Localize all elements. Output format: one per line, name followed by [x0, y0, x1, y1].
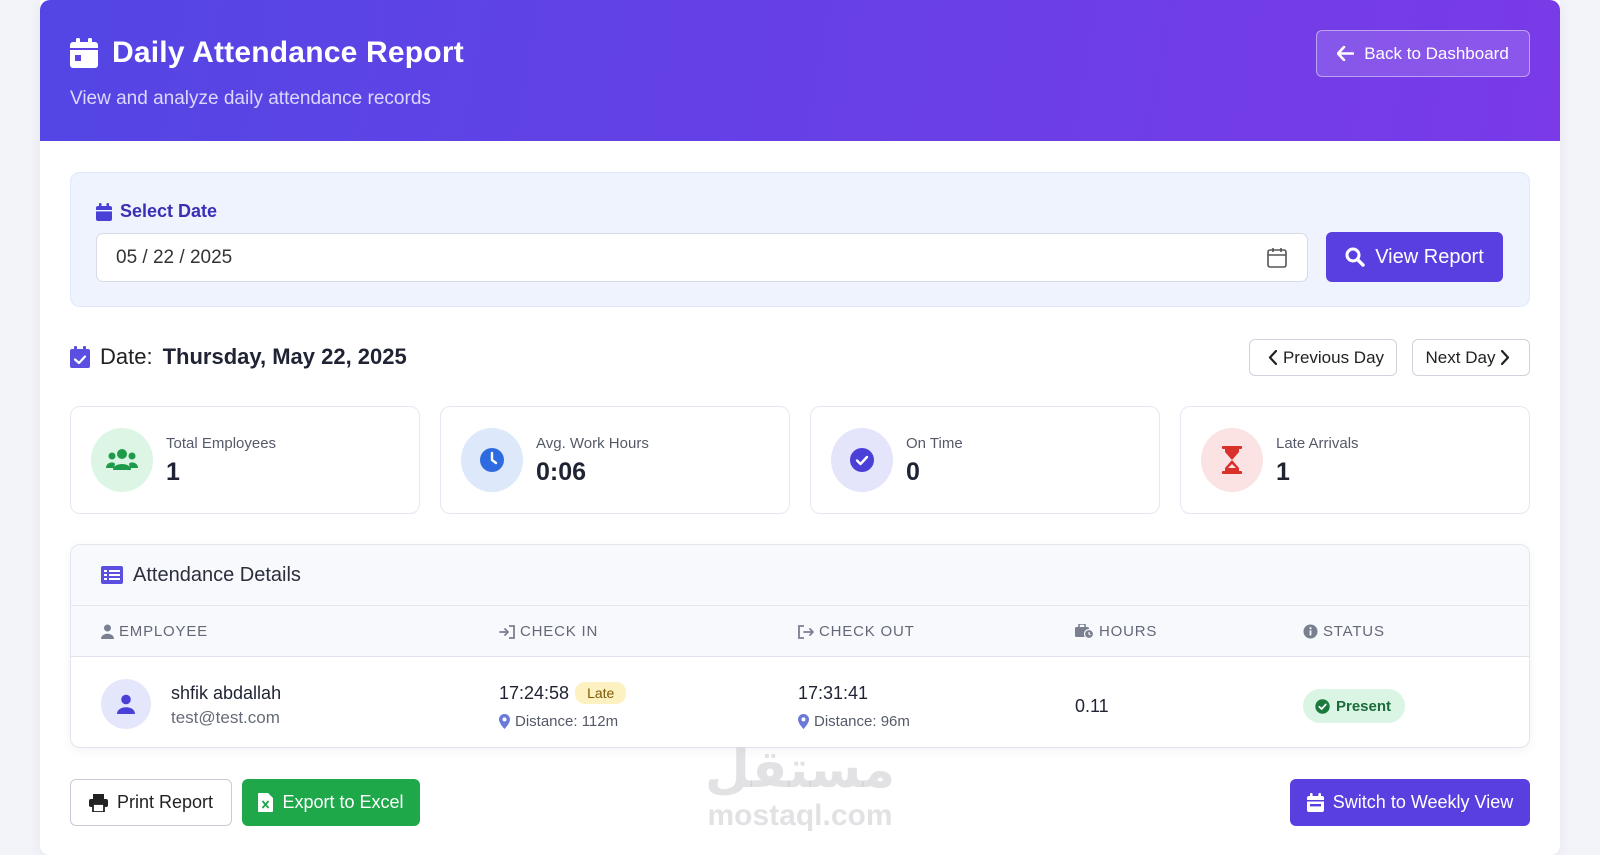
status-badge: Present — [1303, 689, 1406, 723]
print-icon — [88, 793, 108, 812]
chevron-right-icon — [1501, 350, 1510, 365]
calendar-week-icon — [1306, 793, 1324, 812]
date-input-value: 05 / 22 / 2025 — [116, 246, 233, 268]
page-title: Daily Attendance Report — [70, 36, 464, 70]
view-report-button[interactable]: View Report — [1326, 232, 1503, 282]
table-header-row: EMPLOYEE CHECK IN CHECK OUT HOURS STATUS — [71, 606, 1529, 657]
employee-email: test@test.com — [171, 708, 280, 727]
chevron-left-icon — [1268, 350, 1277, 365]
column-header-employee[interactable]: EMPLOYEE — [101, 623, 208, 640]
work-hours: 0.11 — [1075, 696, 1109, 716]
stat-late-arrivals: Late Arrivals 1 — [1180, 406, 1530, 514]
column-header-check-in[interactable]: CHECK IN — [499, 623, 598, 640]
stat-label: Late Arrivals — [1276, 435, 1359, 452]
back-to-dashboard-button[interactable]: Back to Dashboard — [1316, 30, 1530, 77]
file-excel-icon — [258, 793, 274, 812]
page-subtitle: View and analyze daily attendance record… — [70, 88, 431, 109]
watermark-arabic: مستقل — [704, 741, 896, 799]
watermark: مستقل mostaql.com — [680, 740, 920, 832]
stat-value: 0:06 — [536, 458, 587, 486]
report-header: Daily Attendance Report View and analyze… — [40, 0, 1560, 141]
check-circle-icon — [1315, 698, 1330, 714]
print-report-button[interactable]: Print Report — [70, 779, 232, 826]
column-header-status[interactable]: STATUS — [1303, 623, 1385, 640]
calendar-picker-icon[interactable] — [1267, 247, 1287, 268]
check-out-distance: Distance: 96m — [798, 713, 910, 730]
search-icon — [1345, 247, 1365, 267]
stat-label: Avg. Work Hours — [536, 435, 649, 452]
print-report-label: Print Report — [116, 792, 214, 812]
calendar-icon — [70, 38, 98, 68]
previous-day-button[interactable]: Previous Day — [1249, 339, 1397, 376]
next-day-label: Next Day — [1425, 347, 1496, 367]
stat-total-employees: Total Employees 1 — [70, 406, 420, 514]
arrow-left-icon — [1337, 46, 1355, 61]
stat-value: 0 — [906, 458, 920, 486]
export-excel-label: Export to Excel — [282, 792, 404, 812]
calendar-check-icon — [70, 346, 90, 368]
late-badge: Late — [575, 682, 627, 704]
check-in-time: 17:24:58 Late — [499, 682, 627, 704]
employee-name: shfik abdallah — [171, 683, 282, 703]
attendance-details-title: Attendance Details — [133, 563, 301, 586]
date-select-panel: Select Date 05 / 22 / 2025 View Report — [70, 172, 1530, 307]
page-title-text: Daily Attendance Report — [112, 36, 464, 69]
stat-value: 1 — [1276, 458, 1290, 486]
stat-label: On Time — [906, 435, 963, 452]
stat-value: 1 — [166, 458, 180, 486]
column-header-check-out[interactable]: CHECK OUT — [798, 623, 915, 640]
user-icon — [117, 694, 135, 714]
business-time-icon — [1075, 624, 1094, 639]
info-circle-icon — [1303, 624, 1318, 639]
hourglass-icon — [1201, 428, 1263, 492]
table-row: shfik abdallah test@test.com 17:24:58 La… — [71, 657, 1529, 747]
stat-on-time: On Time 0 — [810, 406, 1160, 514]
check-in-distance: Distance: 112m — [499, 713, 618, 730]
date-value: Thursday, May 22, 2025 — [162, 344, 407, 369]
check-circle-icon — [831, 428, 893, 492]
export-excel-button[interactable]: Export to Excel — [242, 779, 420, 826]
calendar-icon — [96, 202, 112, 221]
next-day-button[interactable]: Next Day — [1412, 339, 1530, 376]
stat-label: Total Employees — [166, 435, 277, 452]
sign-out-icon — [798, 624, 814, 639]
back-to-dashboard-label: Back to Dashboard — [1364, 43, 1509, 63]
check-out-time: 17:31:41 — [798, 683, 869, 703]
select-date-label: Select Date — [96, 201, 217, 222]
switch-weekly-view-button[interactable]: Switch to Weekly View — [1290, 779, 1530, 826]
column-header-hours[interactable]: HOURS — [1075, 623, 1157, 640]
watermark-latin: mostaql.com — [707, 799, 893, 832]
report-card: Daily Attendance Report View and analyze… — [40, 0, 1560, 855]
attendance-details-card: Attendance Details EMPLOYEE CHECK IN CHE… — [70, 544, 1530, 748]
switch-weekly-view-label: Switch to Weekly View — [1332, 792, 1514, 812]
previous-day-label: Previous Day — [1282, 347, 1385, 367]
view-report-label: View Report — [1375, 245, 1484, 268]
attendance-details-header: Attendance Details — [71, 545, 1529, 606]
users-icon — [91, 428, 153, 492]
stat-avg-work-hours: Avg. Work Hours 0:06 — [440, 406, 790, 514]
clock-icon — [461, 428, 523, 492]
avatar — [101, 679, 151, 729]
user-icon — [101, 624, 114, 639]
date-input[interactable]: 05 / 22 / 2025 — [96, 233, 1308, 282]
date-label: Date: — [100, 344, 153, 369]
map-marker-icon — [798, 714, 809, 729]
list-icon — [101, 566, 123, 584]
map-marker-icon — [499, 714, 510, 729]
sign-in-icon — [499, 624, 515, 639]
current-date: Date: Thursday, May 22, 2025 — [70, 344, 407, 370]
